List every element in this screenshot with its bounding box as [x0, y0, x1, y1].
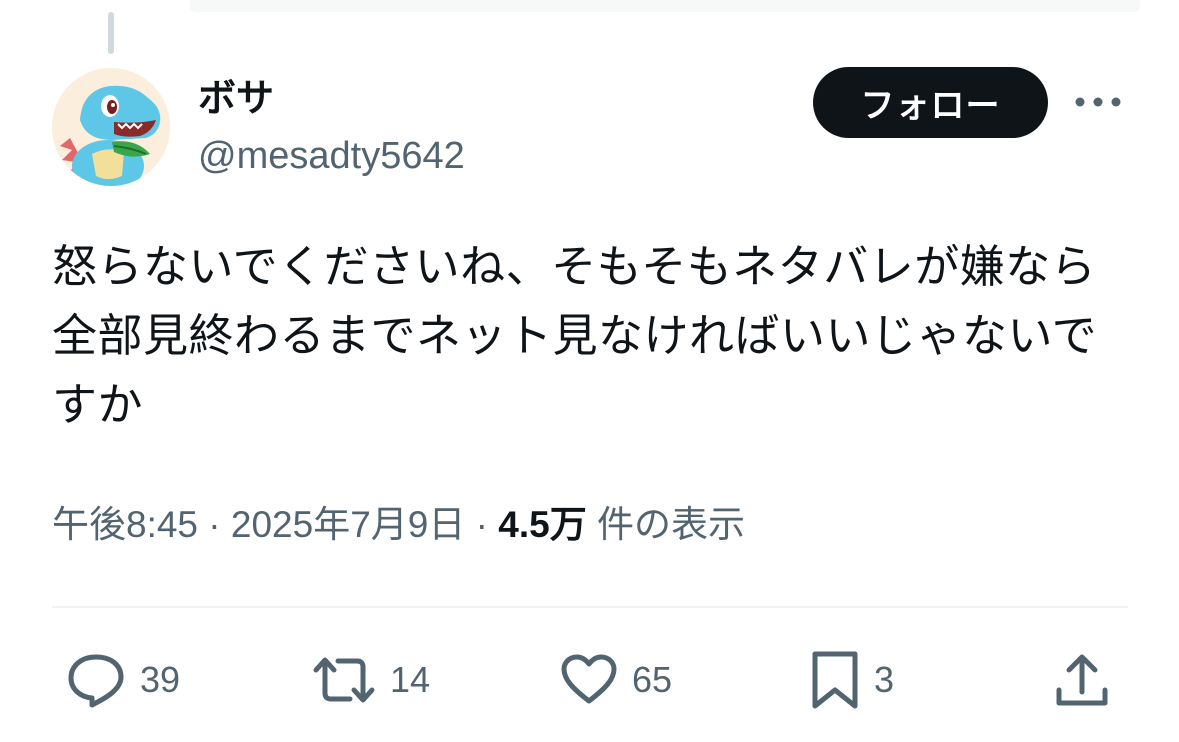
tweet-date[interactable]: 2025年7月9日 [231, 504, 465, 545]
bookmark-icon [812, 651, 858, 709]
bookmark-count: 3 [874, 659, 895, 700]
more-options-button[interactable] [1073, 84, 1123, 120]
retweet-icon [313, 657, 375, 703]
author-display-name[interactable]: ボサ [198, 76, 274, 120]
like-button[interactable]: 65 [560, 650, 672, 710]
views-count[interactable]: 4.5万 [498, 504, 586, 545]
like-count: 65 [632, 659, 673, 700]
more-icon [1075, 97, 1121, 107]
views-label: 件の表示 [596, 504, 745, 545]
divider [52, 606, 1128, 608]
reply-button[interactable]: 39 [66, 650, 180, 710]
avatar[interactable] [52, 68, 170, 186]
reply-icon [68, 654, 124, 708]
author-handle[interactable]: @mesadty5642 [198, 134, 465, 178]
follow-button[interactable]: フォロー [813, 67, 1048, 138]
bookmark-button[interactable]: 3 [810, 650, 894, 710]
retweet-count: 14 [390, 659, 431, 700]
like-icon [561, 654, 617, 704]
retweet-button[interactable]: 14 [312, 650, 430, 710]
tweet-metadata: 午後8:45 · 2025年7月9日 · 4.5万 件の表示 [52, 500, 745, 550]
share-icon [1056, 654, 1108, 706]
thread-connector-line [108, 12, 114, 54]
tweet-time[interactable]: 午後8:45 [52, 504, 198, 545]
previous-tweet-edge [190, 0, 1140, 12]
meta-separator: · [475, 504, 488, 545]
share-button[interactable] [1054, 650, 1110, 710]
avatar-image [52, 68, 170, 186]
meta-separator: · [208, 504, 221, 545]
reply-count: 39 [140, 659, 181, 700]
tweet-text: 怒らないでくださいね、そもそもネタバレが嫌なら全部見終わるまでネット見なければい… [52, 240, 1098, 431]
